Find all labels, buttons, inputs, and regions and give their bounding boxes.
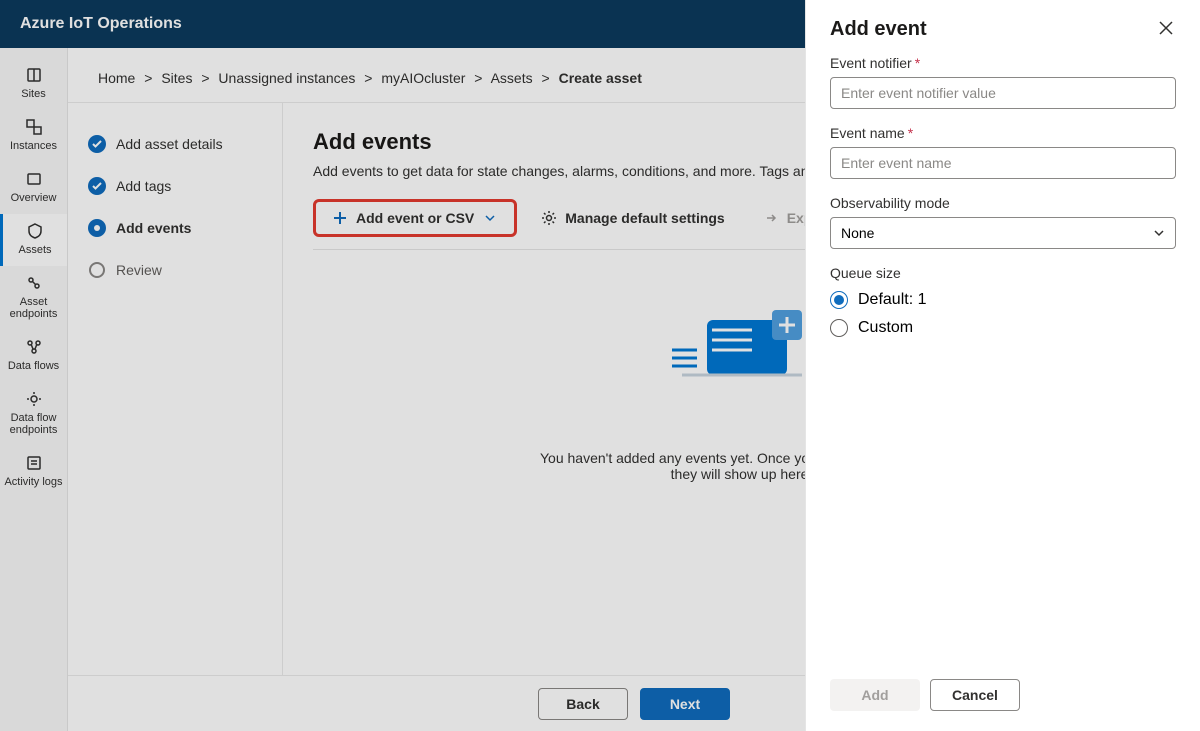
panel-title: Add event: [830, 18, 927, 41]
chevron-down-icon: [1153, 227, 1165, 239]
event-name-input[interactable]: [830, 147, 1176, 179]
panel-close-button[interactable]: [1156, 18, 1176, 38]
event-notifier-label: Event notifier*: [830, 55, 1176, 71]
observability-mode-select[interactable]: None: [830, 217, 1176, 249]
observability-mode-label: Observability mode: [830, 195, 1176, 211]
event-name-label: Event name*: [830, 125, 1176, 141]
radio-icon: [830, 291, 848, 309]
add-event-panel: Add event Event notifier* Event name* Ob…: [805, 0, 1200, 731]
queue-size-custom-radio[interactable]: Custom: [830, 319, 1176, 337]
queue-size-label: Queue size: [830, 265, 1176, 281]
radio-icon: [830, 319, 848, 337]
queue-size-default-radio[interactable]: Default: 1: [830, 291, 1176, 309]
close-icon: [1159, 21, 1173, 35]
panel-add-button[interactable]: Add: [830, 679, 920, 711]
panel-cancel-button[interactable]: Cancel: [930, 679, 1020, 711]
event-notifier-input[interactable]: [830, 77, 1176, 109]
